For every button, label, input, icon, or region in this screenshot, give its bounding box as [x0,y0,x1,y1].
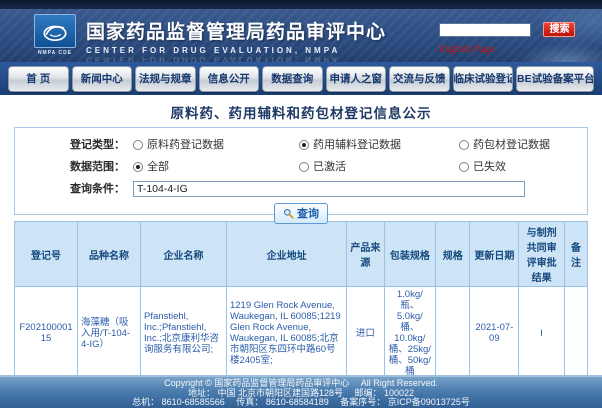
radio-label: 原料药登记数据 [147,134,224,156]
cell-company-address: 1219 Glen Rock Avenue, Waukegan, IL 6008… [226,287,346,376]
cell-update-date: 2021-07-09 [470,287,519,376]
page: NMPA CDE 国家药品监督管理局药品审评中心 CENTER FOR DRUG… [0,0,602,408]
radio-raw-material[interactable]: 原料药登记数据 [133,134,224,156]
col-package-spec: 包装规格 [384,222,436,287]
col-remark: 备注 [565,222,588,287]
radio-all[interactable]: 全部 [133,156,169,178]
query-submit-button[interactable]: 查询 [274,203,328,224]
radio-icon[interactable] [459,140,469,150]
radio-active[interactable]: 已激活 [299,156,346,178]
col-variety-name: 品种名称 [78,222,141,287]
nmpa-logo-icon [34,14,76,48]
cell-registration-no: F20210000115 [15,287,78,376]
nav-tab-clinical-trial[interactable]: 临床试验登记 [453,66,514,92]
radio-packaging[interactable]: 药包材登记数据 [459,134,550,156]
query-form: 登记类型： 原料药登记数据 药用辅料登记数据 药包材登记数据 数据范围： [14,127,588,215]
cell-company-name: Pfanstiehl, Inc.;Pfanstiehl, Inc.;北京康利华咨… [141,287,227,376]
query-condition-input[interactable] [133,181,525,197]
swan-logo-icon [38,18,72,44]
top-strip [0,0,602,9]
query-button-label: 查询 [297,205,319,221]
english-page-link[interactable]: English Page [439,44,494,55]
registration-type-label: 登记类型： [15,134,125,156]
nav-tab-feedback[interactable]: 交流与反馈 [389,66,450,92]
site-title: 国家药品监督管理局药品审评中心 [86,17,386,44]
nav-tab-disclosure[interactable]: 信息公开 [199,66,260,92]
col-update-date: 更新日期 [470,222,519,287]
radio-label: 药包材登记数据 [473,134,550,156]
col-spec: 规格 [436,222,470,287]
header-search-area: 搜索 English Page [439,21,584,57]
radio-inactive[interactable]: 已失效 [459,156,506,178]
nmpa-logo: NMPA CDE [33,14,77,56]
results-table: 登记号 品种名称 企业名称 企业地址 产品来源 包装规格 规格 更新日期 与制剂… [14,221,588,375]
col-registration-no: 登记号 [15,222,78,287]
site-footer: Copyright © 国家药品监督管理局药品审评中心 All Right Re… [0,375,602,408]
nav-tab-applicant[interactable]: 申请人之窗 [326,66,387,92]
site-subtitle: CENTER FOR DRUG EVALUATION, NMPA [86,46,386,55]
nav-tab-news[interactable]: 新闻中心 [72,66,133,92]
data-scope-row: 数据范围： 全部 已激活 已失效 [15,156,587,178]
nav-tab-regulations[interactable]: 法规与规章 [135,66,196,92]
main-nav: 首 页 新闻中心 法规与规章 信息公开 数据查询 申请人之窗 交流与反馈 临床试… [0,62,602,95]
table-header-row: 登记号 品种名称 企业名称 企业地址 产品来源 包装规格 规格 更新日期 与制剂… [15,222,588,287]
search-icon [283,208,294,219]
site-subtitle-reflection: CENTER FOR DRUG EVALUATION, NMPA [86,55,386,62]
col-company-name: 企业名称 [141,222,227,287]
radio-icon[interactable] [459,162,469,172]
site-header: NMPA CDE 国家药品监督管理局药品审评中心 CENTER FOR DRUG… [0,9,602,62]
cell-review-result: I [519,287,565,376]
radio-icon-selected[interactable] [299,140,309,150]
page-title: 原料药、药用辅料和药包材登记信息公示 [0,102,602,122]
radio-label: 已失效 [473,156,506,178]
col-product-source: 产品来源 [347,222,384,287]
nav-tab-be-platform[interactable]: BE试验备案平台 [516,66,594,92]
radio-label: 已激活 [313,156,346,178]
col-review-result: 与制剂共同审评审批结果 [519,222,565,287]
nav-tab-data-query[interactable]: 数据查询 [262,66,323,92]
radio-icon[interactable] [299,162,309,172]
radio-label: 药用辅料登记数据 [313,134,401,156]
data-scope-label: 数据范围： [15,156,125,178]
table-row: F20210000115 海藻糖（吸入用/T-104-4-IG） Pfansti… [15,287,588,376]
registration-type-row: 登记类型： 原料药登记数据 药用辅料登记数据 药包材登记数据 [15,134,587,156]
nav-tab-home[interactable]: 首 页 [8,66,69,92]
footer-contact: 总机： 8610-68585566 传真： 8610-68584189 备案序号… [0,398,602,408]
cell-spec [436,287,470,376]
cell-remark [565,287,588,376]
main-content: 原料药、药用辅料和药包材登记信息公示 登记类型： 原料药登记数据 药用辅料登记数… [0,95,602,375]
logo-caption: NMPA CDE [33,50,77,56]
radio-icon[interactable] [133,140,143,150]
radio-excipient[interactable]: 药用辅料登记数据 [299,134,401,156]
query-condition-label: 查询条件： [15,178,125,200]
cell-product-source: 进口 [347,287,384,376]
site-search-input[interactable] [439,23,531,37]
cell-package-spec: 1.0kg/瓶、5.0kg/桶、10.0kg/桶、25kg/桶、50kg/桶 [384,287,436,376]
query-button-row: 查询 [15,203,587,224]
col-company-address: 企业地址 [226,222,346,287]
query-condition-row: 查询条件： [15,178,587,200]
site-titles: 国家药品监督管理局药品审评中心 CENTER FOR DRUG EVALUATI… [86,17,386,62]
site-search-button[interactable]: 搜索 [543,22,575,37]
cell-variety-name: 海藻糖（吸入用/T-104-4-IG） [78,287,141,376]
radio-icon-selected[interactable] [133,162,143,172]
radio-label: 全部 [147,156,169,178]
